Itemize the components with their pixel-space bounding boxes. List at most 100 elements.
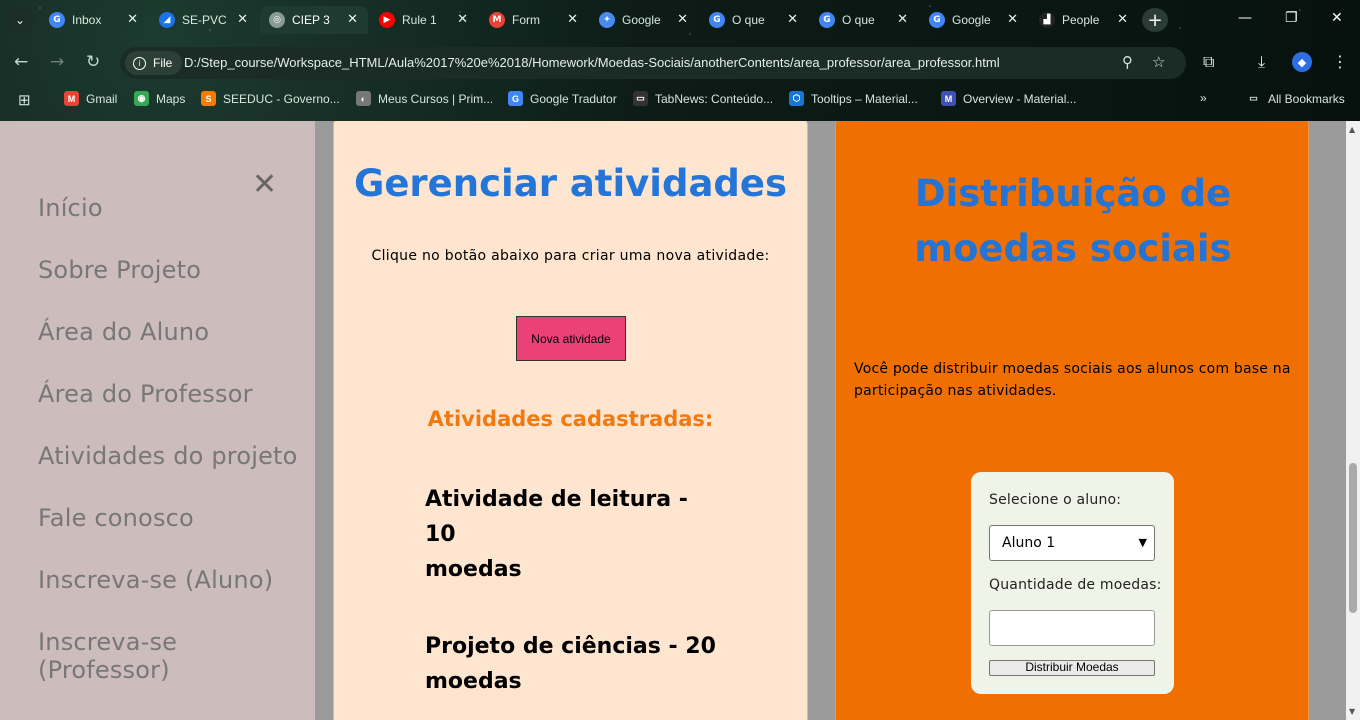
menu-item-fale-conosco[interactable]: Fale conosco: [38, 504, 315, 566]
browser-tab[interactable]: ◢ SE-PVC ✕: [150, 6, 258, 34]
bookmark-star-icon[interactable]: ☆: [1152, 53, 1165, 71]
tab-close-icon[interactable]: ✕: [567, 12, 578, 27]
back-icon[interactable]: ←: [14, 52, 28, 72]
site-info-chip[interactable]: i File: [125, 51, 183, 75]
browser-tab[interactable]: G O que ✕: [810, 6, 918, 34]
tab-favicon-icon: G: [49, 12, 65, 28]
page-scrollbar[interactable]: ▲ ▼: [1346, 121, 1360, 720]
menu-item-inscreva-professor[interactable]: Inscreva-se (Professor): [38, 628, 315, 690]
menu-item-atividades[interactable]: Atividades do projeto: [38, 442, 315, 504]
url-text[interactable]: D:/Step_course/Workspace_HTML/Aula%2017%…: [184, 55, 1000, 70]
page-viewport: ✕ Início Sobre Projeto Área do Aluno Áre…: [0, 121, 1346, 720]
tab-close-icon[interactable]: ✕: [127, 12, 138, 27]
profile-avatar[interactable]: ◆: [1292, 52, 1312, 72]
new-activity-button[interactable]: Nova atividade: [516, 316, 626, 361]
address-bar[interactable]: i File D:/Step_course/Workspace_HTML/Aul…: [120, 47, 1186, 79]
menu-item-sobre-projeto[interactable]: Sobre Projeto: [38, 256, 315, 318]
activity-text: moedas: [425, 557, 522, 582]
tab-close-icon[interactable]: ✕: [1007, 12, 1018, 27]
browser-toolbar: ← → ↻ i File D:/Step_course/Workspace_HT…: [0, 44, 1360, 82]
extensions-icon[interactable]: ⧉: [1203, 52, 1214, 72]
bookmark-label: Maps: [156, 91, 186, 106]
folder-icon: ▭: [1249, 93, 1258, 103]
tab-title: Google: [952, 13, 991, 27]
tab-close-icon[interactable]: ✕: [677, 12, 688, 27]
zoom-icon[interactable]: ⚲: [1122, 53, 1133, 71]
scroll-up-icon[interactable]: ▲: [1349, 125, 1355, 134]
manage-activities-card: Gerenciar atividades Clique no botão aba…: [333, 121, 808, 720]
distribution-title-line: Distribuição de: [914, 172, 1232, 215]
tab-title: O que: [732, 13, 765, 27]
bookmark-item[interactable]: ◐ Meus Cursos | Prim...: [356, 91, 493, 106]
tab-close-icon[interactable]: ✕: [787, 12, 798, 27]
browser-tab[interactable]: ◎ CIEP 3 ✕: [260, 6, 368, 34]
bookmark-item[interactable]: S SEEDUC - Governo...: [201, 91, 340, 106]
tab-close-icon[interactable]: ✕: [1117, 12, 1128, 27]
student-select-label: Selecione o aluno:: [989, 492, 1122, 508]
tab-close-icon[interactable]: ✕: [897, 12, 908, 27]
scroll-down-icon[interactable]: ▼: [1349, 707, 1355, 716]
file-chip-label: File: [153, 56, 173, 70]
bookmark-item[interactable]: ◉ Maps: [134, 91, 185, 106]
new-tab-button[interactable]: +: [1142, 8, 1168, 32]
distribute-coins-button[interactable]: Distribuir Moedas: [989, 660, 1155, 676]
browser-tab[interactable]: ▶ Rule 1 ✕: [370, 6, 478, 34]
bookmark-label: SEEDUC - Governo...: [223, 91, 340, 106]
tab-favicon-icon: ✦: [599, 12, 615, 28]
menu-item-area-aluno[interactable]: Área do Aluno: [38, 318, 315, 380]
bookmark-item[interactable]: G Google Tradutor: [508, 91, 617, 106]
manage-title: Gerenciar atividades: [353, 162, 788, 205]
quantity-input[interactable]: [989, 610, 1155, 646]
browser-tab[interactable]: ✦ Google ✕: [590, 6, 698, 34]
tab-favicon-icon: G: [929, 12, 945, 28]
description-line: Você pode distribuir moedas sociais aos …: [854, 361, 1291, 377]
bookmark-item[interactable]: ▭ TabNews: Conteúdo...: [633, 91, 773, 106]
activity-text: Projeto de ciências - 20: [425, 634, 716, 659]
student-select[interactable]: Aluno 1 ▼: [989, 525, 1155, 561]
menu-kebab-icon[interactable]: ⋮: [1332, 52, 1348, 71]
bookmark-favicon-icon: S: [201, 91, 216, 106]
reload-icon[interactable]: ↻: [86, 52, 100, 72]
more-bookmarks-icon[interactable]: »: [1200, 91, 1207, 105]
bookmark-item[interactable]: M Gmail: [64, 91, 117, 106]
activity-text: Atividade de leitura - 10: [425, 487, 688, 547]
browser-tab[interactable]: ▟ People ✕: [1030, 6, 1138, 34]
tab-close-icon[interactable]: ✕: [237, 12, 248, 27]
menu-item-inscreva-aluno[interactable]: Inscreva-se (Aluno): [38, 566, 315, 628]
manage-hint: Clique no botão abaixo para criar uma no…: [371, 248, 770, 264]
bookmark-label: Google Tradutor: [530, 91, 617, 106]
tab-title: Google: [622, 13, 661, 27]
bookmarks-bar: ⊞ M Gmail ◉ Maps S SEEDUC - Governo... ◐ Meus C…: [0, 88, 1360, 112]
bookmark-item[interactable]: M Overview - Material...: [941, 91, 1076, 106]
menu-item-inicio[interactable]: Início: [38, 194, 315, 256]
bookmark-label: Overview - Material...: [963, 91, 1077, 106]
tab-search-icon[interactable]: ⌄: [7, 7, 33, 33]
download-icon[interactable]: ⤓: [1258, 52, 1265, 72]
browser-tab[interactable]: G Google ✕: [920, 6, 1028, 34]
scrollbar-thumb[interactable]: [1349, 463, 1357, 613]
close-window-icon[interactable]: ✕: [1331, 10, 1343, 26]
tab-close-icon[interactable]: ✕: [347, 12, 358, 27]
tab-close-icon[interactable]: ✕: [457, 12, 468, 27]
browser-chrome: ⌄ G Inbox ✕ ◢ SE-PVC ✕ ◎ CIEP 3 ✕ ▶ Rule 1 ✕ M Form ✕ ✦…: [0, 0, 1360, 121]
browser-tab[interactable]: M Form ✕: [480, 6, 588, 34]
browser-tab[interactable]: G Inbox ✕: [40, 6, 148, 34]
all-bookmarks[interactable]: ▭ All Bookmarks: [1246, 91, 1344, 106]
activity-item: Atividade de leitura - 10 moedas: [425, 482, 725, 587]
bookmark-favicon-icon: M: [64, 91, 79, 106]
tab-favicon-icon: G: [819, 12, 835, 28]
tab-favicon-icon: M: [489, 12, 505, 28]
forward-icon[interactable]: →: [50, 52, 64, 72]
restore-icon[interactable]: ❐: [1285, 10, 1298, 26]
menu-item-area-professor[interactable]: Área do Professor: [38, 380, 315, 442]
student-select-value: Aluno 1: [1002, 535, 1056, 551]
info-icon: i: [133, 56, 146, 70]
minimize-icon[interactable]: —: [1238, 10, 1252, 26]
chevron-down-icon: ▼: [1138, 536, 1147, 549]
tab-favicon-icon: ◢: [159, 12, 175, 28]
tab-title: O que: [842, 13, 875, 27]
browser-tab[interactable]: G O que ✕: [700, 6, 808, 34]
tab-favicon-icon: ▶: [379, 12, 395, 28]
bookmark-item[interactable]: ⬡ Tooltips – Material...: [789, 91, 918, 106]
apps-grid-icon[interactable]: ⊞: [18, 91, 31, 109]
